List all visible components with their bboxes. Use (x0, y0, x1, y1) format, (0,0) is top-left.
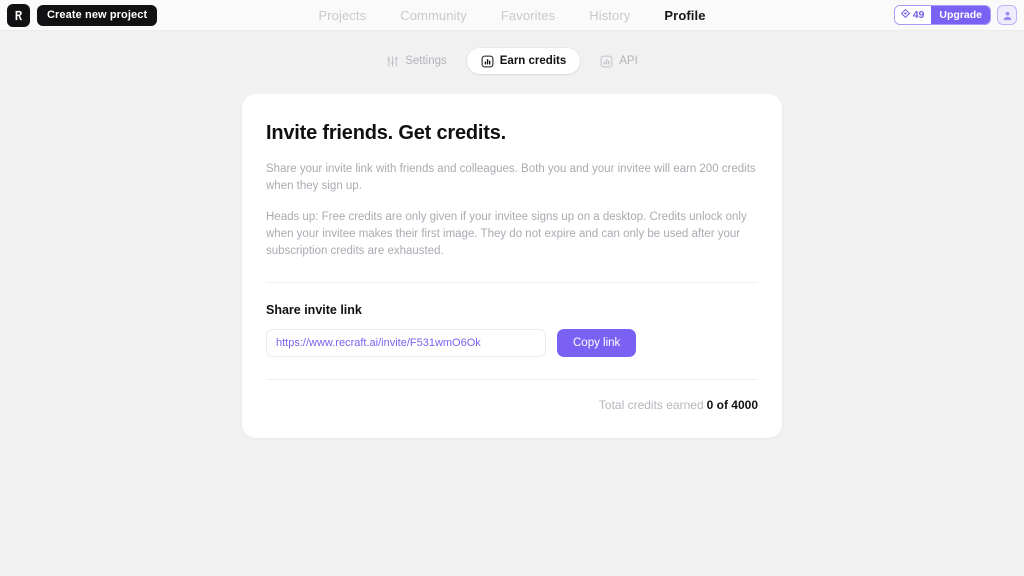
total-credits-row: Total credits earned 0 of 4000 (266, 379, 758, 412)
nav-item-profile[interactable]: Profile (664, 8, 705, 23)
copy-link-button[interactable]: Copy link (557, 329, 637, 357)
tab-settings-label: Settings (405, 55, 447, 67)
earn-credits-card: Invite friends. Get credits. Share your … (242, 94, 782, 438)
tab-api[interactable]: API (586, 48, 652, 74)
top-bar: Create new project Projects Community Fa… (0, 0, 1024, 31)
gem-icon (900, 9, 910, 21)
top-bar-left: Create new project (0, 3, 158, 27)
recraft-logo-icon[interactable] (7, 3, 30, 27)
total-credits-label: Total credits earned (598, 398, 704, 412)
nav-item-favorites[interactable]: Favorites (501, 8, 555, 23)
nav-item-community[interactable]: Community (400, 8, 467, 23)
create-new-project-button[interactable]: Create new project (37, 4, 158, 26)
upgrade-button[interactable]: Upgrade (931, 6, 990, 24)
tab-earn-credits-label: Earn credits (499, 55, 567, 67)
bar-chart-box-icon (481, 55, 494, 68)
tab-settings[interactable]: Settings (372, 48, 461, 74)
credits-badge[interactable]: 49 (894, 6, 932, 24)
bar-chart-box-icon (600, 55, 613, 68)
profile-tabs: Settings Earn credits API (0, 48, 1024, 74)
invite-link-row: Copy link (266, 329, 758, 357)
share-invite-link-title: Share invite link (266, 303, 362, 317)
section-divider (266, 282, 758, 283)
intro-paragraph: Share your invite link with friends and … (266, 163, 756, 192)
nav-item-projects[interactable]: Projects (318, 8, 366, 23)
tab-api-label: API (619, 55, 638, 67)
credits-upgrade-group: 49 Upgrade (893, 5, 991, 25)
tab-earn-credits[interactable]: Earn credits (466, 48, 581, 74)
user-avatar-icon[interactable] (997, 5, 1017, 25)
sliders-icon (386, 55, 399, 68)
invite-link-input[interactable] (266, 329, 546, 357)
nav-item-history[interactable]: History (589, 8, 630, 23)
total-credits-value: 0 of 4000 (706, 398, 758, 412)
heads-up-paragraph: Heads up: Free credits are only given if… (266, 211, 747, 257)
page-title: Invite friends. Get credits. (266, 122, 507, 144)
top-bar-right: 49 Upgrade (893, 5, 1024, 25)
credits-value: 49 (912, 9, 925, 21)
